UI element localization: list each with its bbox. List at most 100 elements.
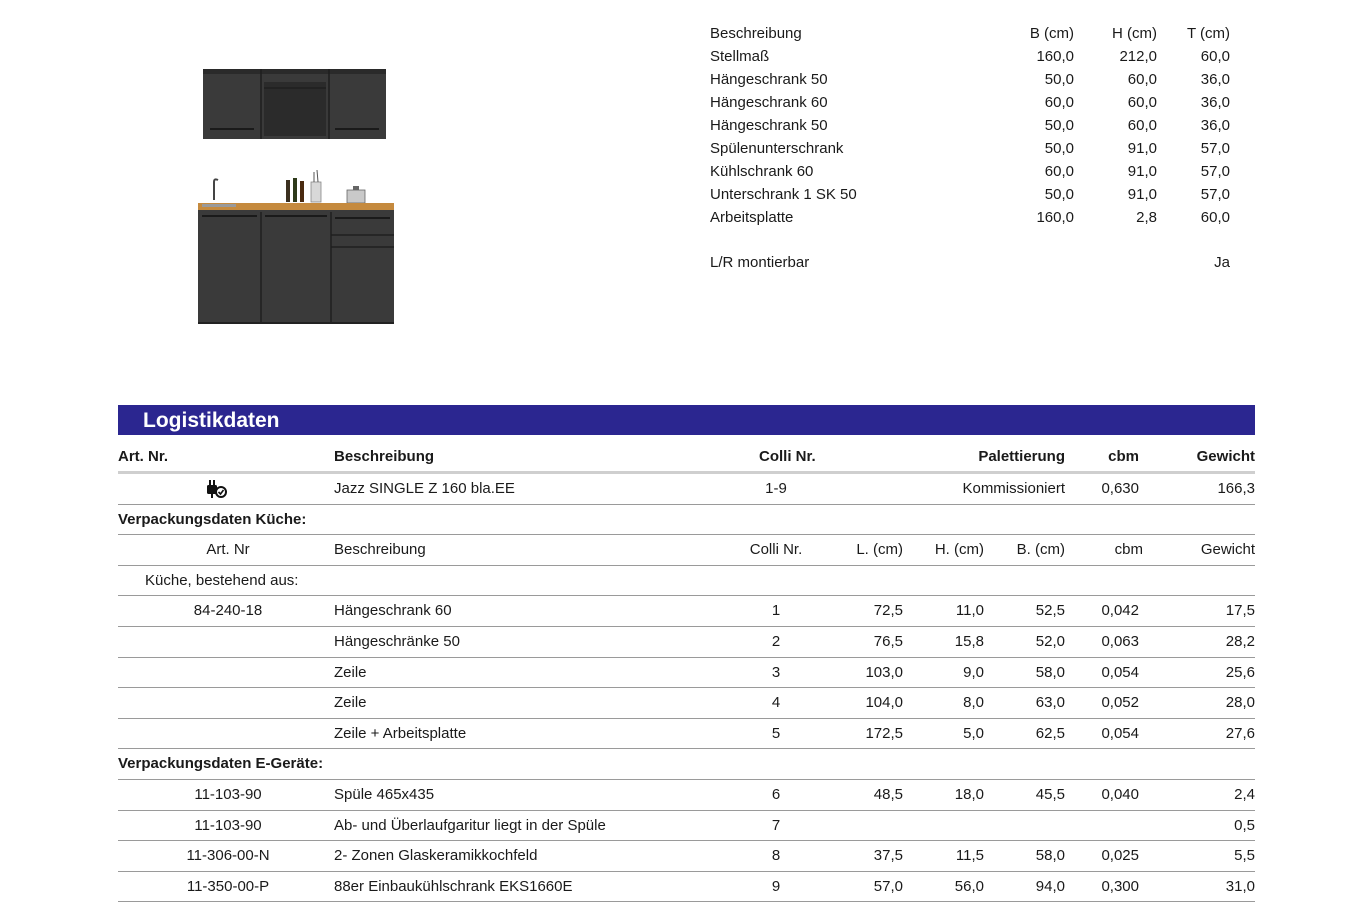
dimension-h: 60,0 — [1127, 94, 1157, 111]
kitchen-item-row: Zeile + Arbeitsplatte 5 172,5 5,0 62,5 0,054 2… — [118, 719, 1255, 750]
dimensions-rows: Stellmaß 160,0 212,0 60,0 Hängeschrank 50 50,… — [708, 45, 1238, 229]
appliance-section-row: Verpackungsdaten E-Geräte: — [118, 749, 1255, 780]
dimension-b: 50,0 — [1044, 140, 1074, 157]
kitchen-item-gewicht: 17,5 — [1225, 602, 1255, 620]
dimension-label: Hängeschrank 60 — [710, 94, 828, 111]
appliance-item-art-nr: 11-306-00-N — [186, 847, 270, 865]
dimension-t: 60,0 — [1200, 48, 1230, 65]
kitchen-item-width: 52,5 — [1035, 602, 1065, 620]
kitchen-item-height: 11,0 — [955, 602, 984, 620]
appliance-item-width: 94,0 — [1035, 877, 1065, 895]
appliance-item-description: Ab- und Überlaufgaritur liegt in der Spü… — [334, 816, 606, 834]
kitchen-item-width: 52,0 — [1035, 632, 1065, 650]
kitchen-item-description: Hängeschrank 60 — [334, 602, 452, 620]
packaging-header-row: Art. Nr Beschreibung Colli Nr. L. (cm) H… — [118, 535, 1255, 566]
kitchen-item-row: Zeile 4 104,0 8,0 63,0 0,052 28,0 — [118, 688, 1255, 719]
kitchen-item-width: 62,5 — [1035, 724, 1065, 742]
kitchen-product-image — [198, 69, 394, 324]
product-gewicht: 166,3 — [1217, 480, 1255, 497]
dimensions-table: Beschreibung B (cm) H (cm) T (cm) Stellm… — [708, 22, 1238, 274]
kitchen-item-description: Hängeschränke 50 — [334, 632, 460, 650]
appliance-item-width: 45,5 — [1035, 785, 1065, 803]
kitchen-item-height: 15,8 — [954, 632, 984, 650]
dimension-label: Arbeitsplatte — [710, 209, 794, 226]
appliance-item-width: 58,0 — [1035, 847, 1065, 865]
dimension-h: 91,0 — [1127, 140, 1157, 157]
sub-header-width: B. (cm) — [1016, 541, 1065, 559]
appliance-section-title: Verpackungsdaten E-Geräte: — [118, 755, 324, 773]
appliance-item-gewicht: 31,0 — [1225, 877, 1255, 895]
appliance-items: 11-103-90 Spüle 465x435 6 48,5 18,0 45,5 0,040… — [118, 780, 1255, 902]
sub-header-cbm: cbm — [1114, 541, 1143, 559]
kitchen-item-width: 58,0 — [1035, 663, 1065, 681]
appliance-item-length: 48,5 — [873, 785, 903, 803]
appliance-item-height: 11,5 — [955, 847, 984, 865]
appliance-item-colli: 9 — [771, 877, 781, 895]
dimension-h: 212,0 — [1119, 48, 1157, 65]
kitchen-item-colli: 4 — [771, 694, 781, 712]
dimensions-header-label: Beschreibung — [710, 25, 802, 42]
kitchen-items: 84-240-18 Hängeschrank 60 1 72,5 11,0 52,5 0,0… — [118, 596, 1255, 750]
dimensions-row: Spülenunterschrank 50,0 91,0 57,0 — [708, 137, 1238, 160]
appliance-item-gewicht: 2,4 — [1234, 785, 1255, 803]
dimensions-row: Unterschrank 1 SK 50 50,0 91,0 57,0 — [708, 183, 1238, 206]
kitchen-item-length: 103,0 — [865, 663, 903, 681]
appliance-item-colli: 8 — [771, 847, 781, 865]
dimensions-header-t: T (cm) — [1186, 25, 1230, 42]
sub-header-height: H. (cm) — [934, 541, 984, 559]
appliance-item-row: 11-103-90 Spüle 465x435 6 48,5 18,0 45,5 0,040… — [118, 780, 1255, 811]
dimension-b: 50,0 — [1044, 117, 1074, 134]
appliance-item-description: Spüle 465x435 — [334, 785, 435, 803]
sub-header-description: Beschreibung — [334, 541, 426, 559]
dimensions-row: Stellmaß 160,0 212,0 60,0 — [708, 45, 1238, 68]
header-art-nr: Art. Nr. — [118, 448, 169, 465]
dimensions-header-h: H (cm) — [1112, 25, 1157, 42]
dimensions-header-b: B (cm) — [1029, 25, 1074, 42]
dimension-h: 91,0 — [1127, 186, 1157, 203]
dimensions-row: Arbeitsplatte 160,0 2,8 60,0 — [708, 206, 1238, 229]
dimension-t: 36,0 — [1200, 71, 1230, 88]
kitchen-item-length: 172,5 — [865, 724, 903, 742]
product-cbm: 0,630 — [1101, 480, 1139, 497]
dimension-t: 57,0 — [1200, 140, 1230, 157]
kitchen-item-gewicht: 27,6 — [1225, 724, 1255, 742]
appliance-item-row: 11-103-90 Ab- und Überlaufgaritur liegt i… — [118, 811, 1255, 842]
dimension-b: 160,0 — [1036, 48, 1074, 65]
kitchen-item-colli: 2 — [771, 632, 781, 650]
kitchen-item-row: 84-240-18 Hängeschrank 60 1 72,5 11,0 52,5 0,0… — [118, 596, 1255, 627]
kitchen-item-art-nr: 84-240-18 — [193, 602, 263, 620]
mount-label: L/R montierbar — [710, 254, 810, 271]
dimensions-row: Hängeschrank 50 50,0 60,0 36,0 — [708, 68, 1238, 91]
header-palettierung: Palettierung — [978, 448, 1065, 465]
appliance-item-length: 57,0 — [873, 877, 903, 895]
appliance-item-row: 11-350-00-P 88er Einbaukühlschrank EKS166… — [118, 872, 1255, 902]
dimension-label: Unterschrank 1 SK 50 — [710, 186, 857, 203]
dimension-t: 57,0 — [1200, 163, 1230, 180]
kitchen-item-length: 104,0 — [865, 694, 903, 712]
appliance-item-cbm: 0,040 — [1101, 785, 1139, 803]
kitchen-item-gewicht: 25,6 — [1225, 663, 1255, 681]
kitchen-item-length: 72,5 — [873, 602, 903, 620]
kitchen-item-gewicht: 28,2 — [1225, 632, 1255, 650]
kitchen-item-height: 8,0 — [963, 694, 984, 712]
sub-header-gewicht: Gewicht — [1200, 541, 1255, 559]
dimension-b: 60,0 — [1044, 94, 1074, 111]
header-gewicht: Gewicht — [1196, 448, 1255, 465]
appliance-item-cbm: 0,300 — [1101, 877, 1139, 895]
appliance-item-gewicht: 0,5 — [1234, 816, 1255, 834]
plug-icon — [207, 480, 227, 498]
appliance-item-row: 11-306-00-N 2- Zonen Glaskeramikkochfeld 8… — [118, 841, 1255, 872]
product-row: Jazz SINGLE Z 160 bla.EE 1-9 Kommissioni… — [118, 474, 1255, 505]
logistics-title: Logistikdaten — [143, 409, 280, 432]
kitchen-item-colli: 3 — [771, 663, 781, 681]
dimension-h: 2,8 — [1136, 209, 1157, 226]
dimension-b: 60,0 — [1044, 163, 1074, 180]
kitchen-item-colli: 1 — [771, 602, 781, 620]
kitchen-item-length: 76,5 — [873, 632, 903, 650]
kitchen-note: Küche, bestehend aus: — [145, 571, 299, 589]
appliance-item-art-nr: 11-103-90 — [194, 785, 262, 803]
kitchen-item-width: 63,0 — [1035, 694, 1065, 712]
appliance-item-colli: 6 — [771, 785, 781, 803]
mount-value: Ja — [1214, 254, 1230, 271]
dimension-label: Stellmaß — [710, 48, 770, 65]
